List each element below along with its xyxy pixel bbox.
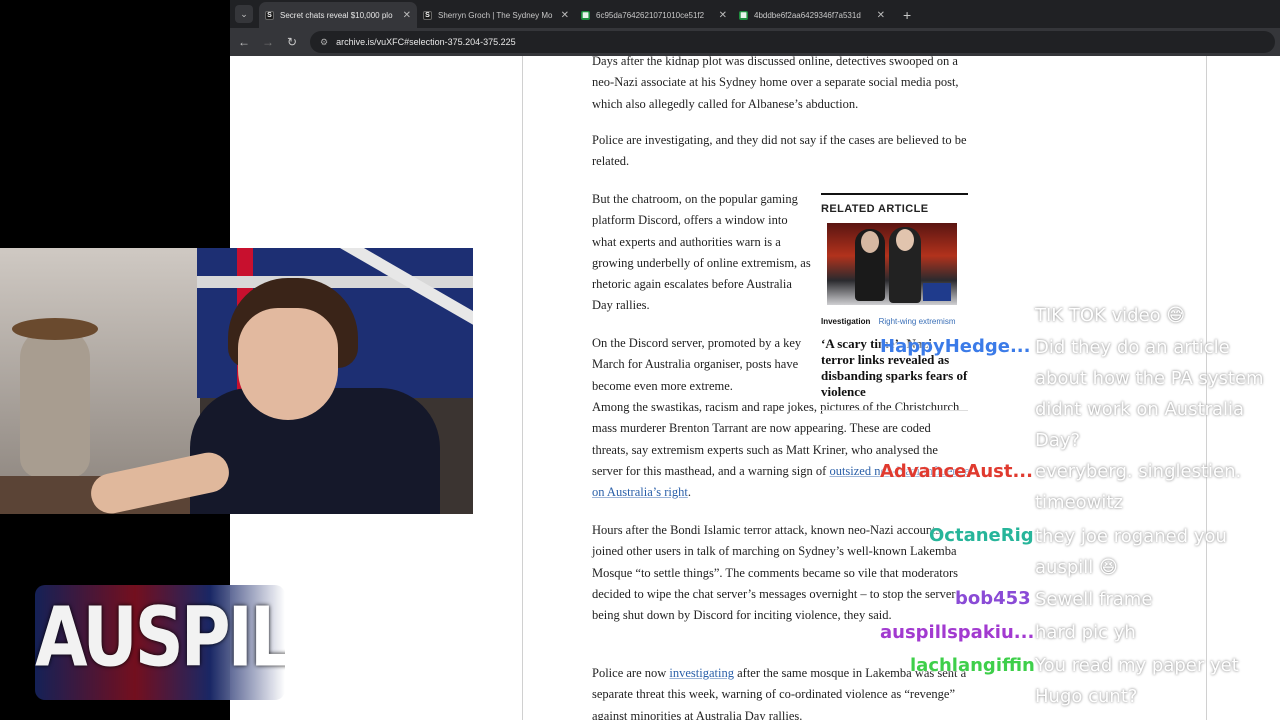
site-favicon-icon: S [423,10,432,20]
chat-message: You read my paper yet Hugo cunt? [1035,655,1239,707]
chat-message: Sewell frame [1035,589,1153,610]
chat-message: TIK TOK video 😅 [1035,305,1186,326]
thumb-figure [896,229,914,251]
url-text: archive.is/vuXFC#selection-375.204-375.2… [336,37,516,47]
chat-username: OctaneRig [929,525,1034,546]
close-tab-icon[interactable]: ✕ [719,10,727,21]
tab-title: 6c95da7642621071010ce51f2 [596,10,705,20]
chat-message: hard pic yh [1035,622,1136,643]
related-article-image[interactable] [827,223,957,305]
divider [821,410,968,411]
auspill-logo: AUSPILL [35,585,285,700]
kangaroo-plush [20,328,90,478]
close-tab-icon[interactable]: ✕ [561,10,569,21]
article-paragraph: Hours after the Bondi Islamic terror att… [592,523,958,623]
article-paragraph: Days after the kidnap plot was discussed… [592,56,959,111]
tab-bar: ⌄ S Secret chats reveal $10,000 plo ✕ S … [230,0,1280,28]
kangaroo-hat [12,318,98,340]
tab-archive-hash-1[interactable]: ▦ 6c95da7642621071010ce51f2 ✕ [575,2,733,28]
browser-toolbar: ← → ↻ ⚙ archive.is/vuXFC#selection-375.2… [230,28,1280,56]
forward-arrow-icon[interactable]: → [256,35,280,49]
page-border [522,56,523,720]
tab-title: 4bddbe6f2aa6429346f7a531d [754,10,861,20]
article-paragraph: On the Discord server, promoted by a key… [592,336,802,393]
related-article-card[interactable]: RELATED ARTICLE Investigation Right-wing… [821,193,968,411]
chat-message: they joe roganed you auspill 😆 [1035,526,1227,578]
new-tab-button[interactable]: + [903,7,911,23]
chat-username: lachlangiffin [910,655,1035,676]
grid-favicon-icon: ▦ [739,10,748,20]
article-paragraph: Police are investigating, and they did n… [592,133,967,169]
chat-username: HappyHedge... [880,336,1031,357]
article-paragraph: Among the swastikas, racism and rape jok… [592,397,970,503]
webcam-feed [0,248,473,514]
chat-username: bob453 [955,588,1031,609]
address-bar[interactable]: ⚙ archive.is/vuXFC#selection-375.204-375… [310,31,1275,53]
tag-investigation[interactable]: Investigation [821,317,870,326]
tab-search-icon[interactable]: ⌄ [235,5,253,23]
thumb-figure [861,231,879,253]
article-paragraph: But the chatroom, on the popular gaming … [592,192,811,313]
logo-text: AUSPILL [35,591,285,686]
tag-right-wing-extremism[interactable]: Right-wing extremism [879,317,956,326]
tab-title: Sherryn Groch | The Sydney Mo [438,10,553,20]
thumb-flag [923,283,951,301]
related-article-heading: RELATED ARTICLE [821,203,929,215]
site-info-icon[interactable]: ⚙ [320,37,328,48]
related-article-tags: Investigation Right-wing extremism [821,317,968,326]
streamer-face [238,308,338,420]
tab-sherryn-groch[interactable]: S Sherryn Groch | The Sydney Mo ✕ [417,2,575,28]
tab-title: Secret chats reveal $10,000 plo [280,10,393,20]
chat-message: everyberg. singlestien. timeowitz [1035,461,1242,513]
tab-archive-hash-2[interactable]: ▦ 4bddbe6f2aa6429346f7a531d ✕ [733,2,891,28]
chat-username: AdvanceAust... [880,461,1033,482]
close-tab-icon[interactable]: ✕ [403,10,411,21]
back-arrow-icon[interactable]: ← [232,35,256,49]
paragraph-text: . [687,485,691,500]
site-favicon-icon: S [265,10,274,20]
tab-secret-chats[interactable]: S Secret chats reveal $10,000 plo ✕ [259,2,417,28]
grid-favicon-icon: ▦ [581,10,590,20]
chat-username: auspillspakiu... [880,622,1035,643]
chat-message: Did they do an article about how the PA … [1035,337,1264,451]
close-tab-icon[interactable]: ✕ [877,10,885,21]
reload-icon[interactable]: ↻ [280,35,304,49]
paragraph-text: Police are now [592,666,670,680]
inline-link-investigating[interactable]: investigating [669,666,734,680]
